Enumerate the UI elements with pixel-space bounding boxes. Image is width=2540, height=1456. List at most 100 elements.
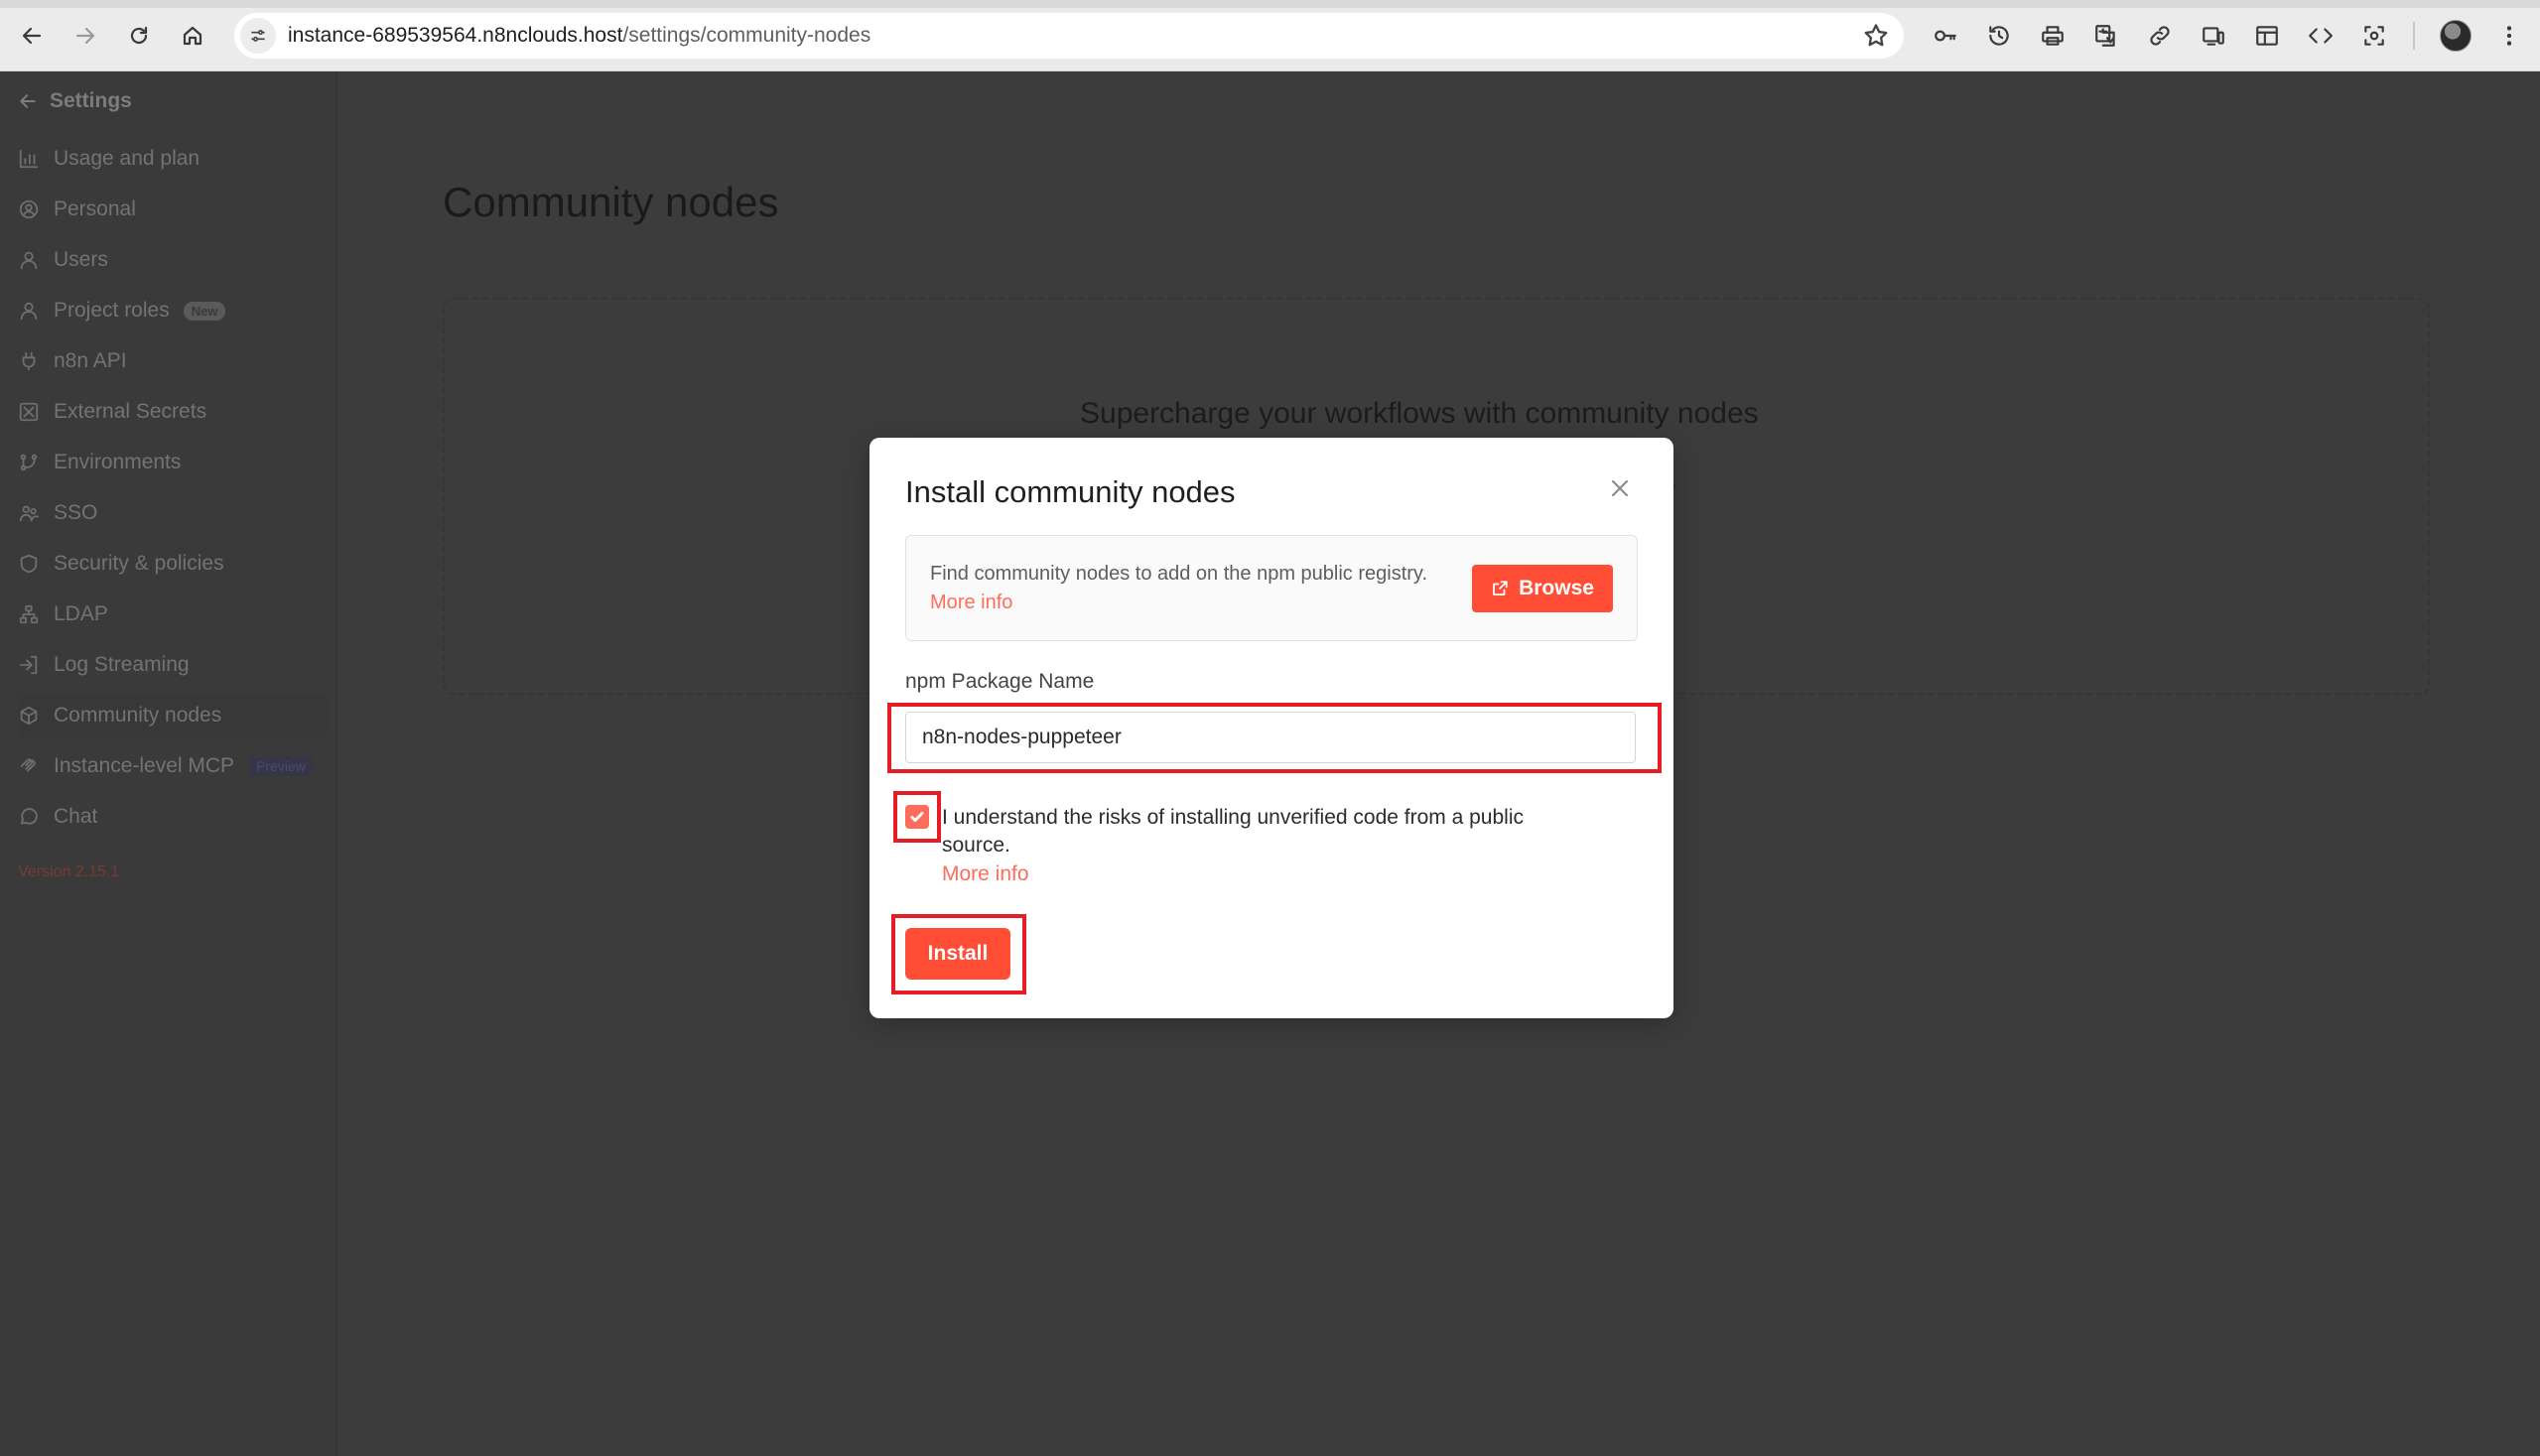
sidebar-item-label: Project roles [54,299,170,322]
sidebar-item-environments[interactable]: Environments [18,441,328,484]
arrow-left-icon [22,27,42,45]
home-icon [183,26,202,46]
sidebar-item-personal[interactable]: Personal [18,188,328,231]
settings-sidebar: Settings Usage and plan Personal Users P… [0,71,337,1456]
tab-strip [0,0,2540,8]
translate-icon [2095,25,2115,47]
sidebar-item-n8n-api[interactable]: n8n API [18,339,328,383]
home-button[interactable] [175,18,210,54]
reload-button[interactable] [121,18,157,54]
toolbar-separator [2413,22,2415,50]
sidebar-item-label: Chat [54,805,98,828]
cast-icon [2203,27,2224,46]
cast-button[interactable] [2196,18,2231,54]
consent-text: I understand the risks of installing unv… [942,806,1524,857]
reload-icon [130,26,148,45]
back-to-settings-button[interactable]: Settings [18,89,132,113]
user-circle-icon [19,199,39,219]
close-icon [1611,479,1629,497]
checkmark-icon [910,812,924,822]
install-button[interactable]: Install [905,928,1010,980]
forward-button[interactable] [67,18,103,54]
chat-icon [20,808,38,825]
devtools-button[interactable] [2303,18,2339,54]
version-label: Version 2.15.1 [18,863,120,880]
site-info-button[interactable] [240,18,276,54]
shield-icon [20,554,38,574]
sidebar-item-label: Instance-level MCP [54,754,235,777]
back-button[interactable] [14,18,50,54]
star-icon [1864,24,1888,47]
more-info-link[interactable]: More info [930,592,1012,613]
sidebar-item-external-secrets[interactable]: External Secrets [18,390,328,434]
profile-avatar[interactable] [2440,20,2472,52]
tune-icon [251,30,265,42]
mcp-icon [20,758,36,772]
sidebar-item-label: n8n API [54,349,127,372]
sidebar-item-label: Community nodes [54,704,222,727]
url-host: instance-689539564.n8nclouds.host [288,24,623,47]
sidebar-item-label: Usage and plan [54,147,201,170]
cube-icon [20,706,38,726]
modal-title: Install community nodes [905,474,1236,509]
package-name-label: npm Package Name [905,670,1095,693]
copy-link-button[interactable] [2142,18,2178,54]
preview-badge: Preview [248,756,314,776]
consent-checkbox[interactable] [905,805,929,829]
browse-button[interactable]: Browse [1472,565,1613,612]
users-icon [19,505,40,522]
sidebar-item-project-roles[interactable]: Project roles New [18,289,328,332]
package-name-input[interactable] [905,712,1636,763]
sidebar-item-label: Security & policies [54,552,224,575]
more-vert-icon [2506,26,2512,46]
browse-label: Browse [1519,577,1594,599]
install-community-nodes-modal: Install community nodes Find community n… [869,438,1673,1018]
consent-more-info-link[interactable]: More info [942,862,1029,886]
sidebar-item-security-policies[interactable]: Security & policies [18,542,328,586]
sidebar-item-sso[interactable]: SSO [18,491,328,535]
browser-menu-button[interactable] [2491,18,2527,54]
print-icon [2042,26,2064,46]
print-button[interactable] [2035,18,2071,54]
sidebar-item-community-nodes[interactable]: Community nodes [18,694,328,737]
user-icon [20,251,38,270]
sidebar-item-log-streaming[interactable]: Log Streaming [18,643,328,687]
sidebar-item-label: Personal [54,198,136,220]
history-icon [1989,26,2009,46]
bar-chart-icon [19,149,39,169]
history-button[interactable] [1981,18,2017,54]
code-icon [2309,28,2333,44]
address-bar[interactable]: instance-689539564.n8nclouds.host/settin… [234,13,1904,59]
password-manager-button[interactable] [1928,18,1963,54]
translate-button[interactable] [2088,18,2124,54]
sidebar-item-label: Users [54,248,108,271]
link-icon [2150,26,2170,46]
key-icon [1935,30,1956,42]
close-button[interactable] [1606,474,1634,502]
sign-in-icon [19,655,38,675]
sidebar-item-chat[interactable]: Chat [18,795,328,839]
tab-search-icon [2256,26,2278,46]
sidebar-item-instance-level-mcp[interactable]: Instance-level MCP Preview [18,744,328,788]
page-title: Community nodes [443,179,779,225]
screenshot-button[interactable] [2356,18,2392,54]
arrow-right-icon [75,27,95,45]
arrow-left-icon [20,94,36,108]
tab-search-button[interactable] [2249,18,2285,54]
sidebar-item-usage-and-plan[interactable]: Usage and plan [18,137,328,181]
sidebar-item-ldap[interactable]: LDAP [18,593,328,636]
bookmark-button[interactable] [1862,22,1890,50]
settings-label: Settings [50,89,132,112]
browser-toolbar: instance-689539564.n8nclouds.host/settin… [0,0,2540,71]
sidebar-item-label: Log Streaming [54,653,190,676]
url-text: instance-689539564.n8nclouds.host/settin… [288,24,870,48]
screenshot-icon [2364,26,2384,46]
info-box: Find community nodes to add on the npm p… [905,535,1638,641]
plug-icon [22,351,36,371]
vault-icon [19,402,39,422]
new-badge: New [183,301,226,321]
empty-state-title: Supercharge your workflows with communit… [1080,397,1759,430]
info-text: Find community nodes to add on the npm p… [930,560,1446,617]
sidebar-item-users[interactable]: Users [18,238,328,282]
sidebar-item-label: LDAP [54,602,108,625]
